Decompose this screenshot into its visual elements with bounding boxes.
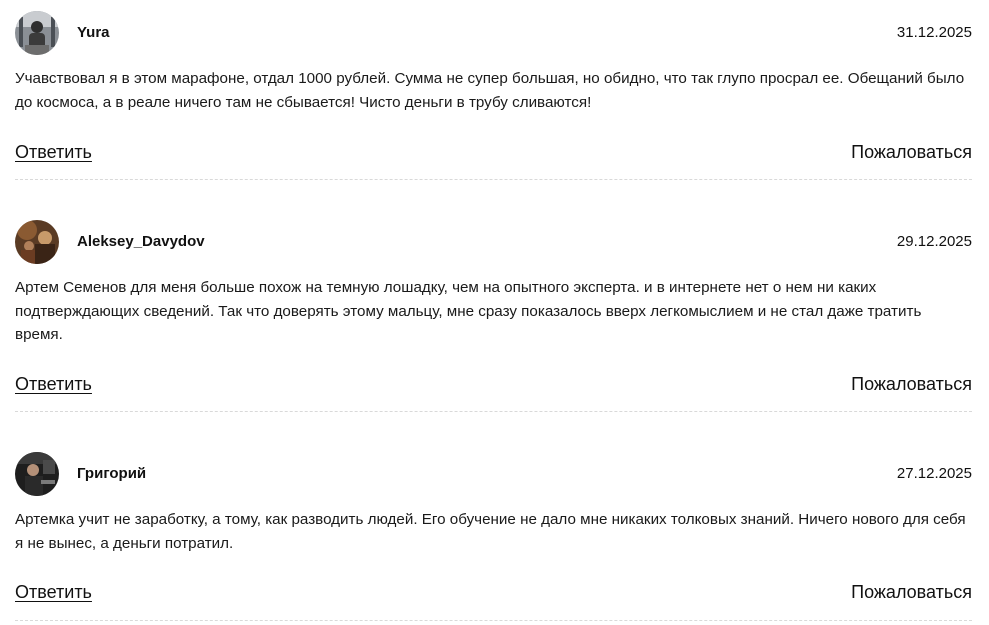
comment-divider	[15, 411, 972, 412]
comment-date: 29.12.2025	[896, 233, 972, 250]
comment-actions: Ответить Пожаловаться	[15, 373, 972, 397]
comments-list: Yura 31.12.2025 Учавствовал я в этом мар…	[0, 0, 989, 625]
comment-header: Yura 31.12.2025	[15, 11, 972, 55]
comment-divider	[15, 620, 972, 621]
comment-actions: Ответить Пожаловаться	[15, 141, 972, 165]
comment-header: Григорий 27.12.2025	[15, 452, 972, 496]
comment-date: 27.12.2025	[896, 465, 972, 482]
report-link[interactable]: Пожаловаться	[851, 373, 972, 395]
reply-link[interactable]: Ответить	[15, 141, 92, 163]
avatar[interactable]	[15, 220, 59, 264]
comment-header: Aleksey_Davydov 29.12.2025	[15, 220, 972, 264]
report-link[interactable]: Пожаловаться	[851, 141, 972, 163]
report-link[interactable]: Пожаловаться	[851, 581, 972, 603]
comment-author: Aleksey_Davydov	[77, 233, 205, 250]
comment-text: Артем Семенов для меня больше похож на т…	[15, 279, 922, 343]
comment-divider	[15, 179, 972, 180]
comment-item: Григорий 27.12.2025 Артемка учит не зара…	[15, 452, 972, 621]
comment-text: Учавствовал я в этом марафоне, отдал 100…	[15, 70, 965, 111]
comment-author: Yura	[77, 24, 110, 41]
comment-text: Артемка учит не заработку, а тому, как р…	[15, 511, 966, 552]
avatar[interactable]	[15, 452, 59, 496]
comment-author: Григорий	[77, 465, 147, 482]
comment-date: 31.12.2025	[896, 24, 972, 41]
reply-link[interactable]: Ответить	[15, 373, 92, 395]
comment-item: Yura 31.12.2025 Учавствовал я в этом мар…	[15, 11, 972, 180]
comment-actions: Ответить Пожаловаться	[15, 581, 972, 605]
reply-link[interactable]: Ответить	[15, 581, 92, 603]
avatar[interactable]	[15, 11, 59, 55]
comment-item: Aleksey_Davydov 29.12.2025 Артем Семенов…	[15, 220, 972, 412]
